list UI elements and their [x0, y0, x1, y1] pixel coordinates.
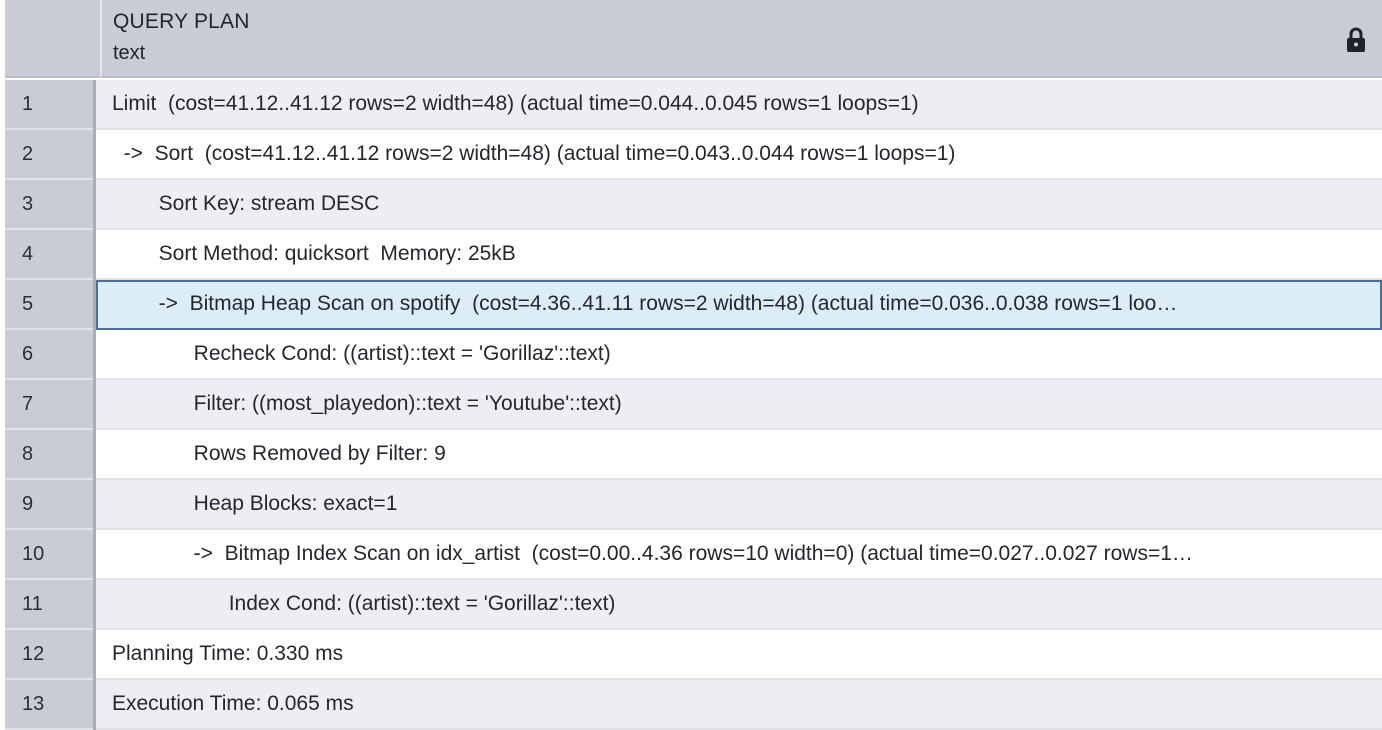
row-number[interactable]: 5: [5, 280, 93, 330]
query-plan-cell[interactable]: -> Sort (cost=41.12..41.12 rows=2 width=…: [96, 130, 1382, 180]
row-number[interactable]: 12: [5, 630, 93, 680]
table-row[interactable]: 1 Limit (cost=41.12..41.12 rows=2 width=4…: [0, 80, 1382, 130]
query-plan-cell[interactable]: Sort Key: stream DESC: [96, 180, 1382, 230]
table-row[interactable]: 8 Rows Removed by Filter: 9: [0, 430, 1382, 480]
row-number[interactable]: 9: [5, 480, 93, 530]
query-plan-cell[interactable]: Planning Time: 0.330 ms: [96, 630, 1382, 680]
row-number[interactable]: 11: [5, 580, 93, 630]
lock-icon: [1347, 27, 1365, 52]
table-row[interactable]: 11 Index Cond: ((artist)::text = 'Gorill…: [0, 580, 1382, 630]
query-plan-cell[interactable]: Index Cond: ((artist)::text = 'Gorillaz'…: [96, 580, 1382, 630]
query-plan-cell[interactable]: -> Bitmap Index Scan on idx_artist (cost…: [96, 530, 1382, 580]
row-number[interactable]: 4: [5, 230, 93, 280]
query-plan-cell[interactable]: Sort Method: quicksort Memory: 25kB: [96, 230, 1382, 280]
select-all-corner[interactable]: [5, 0, 100, 78]
column-header-query-plan[interactable]: QUERY PLAN text: [100, 0, 1382, 78]
table-row[interactable]: 10 -> Bitmap Index Scan on idx_artist (c…: [0, 530, 1382, 580]
query-plan-cell[interactable]: Limit (cost=41.12..41.12 rows=2 width=48…: [96, 80, 1382, 130]
column-type: text: [113, 42, 146, 64]
table-row[interactable]: 5 -> Bitmap Heap Scan on spotify (cost=4…: [0, 280, 1382, 330]
query-plan-cell[interactable]: Recheck Cond: ((artist)::text = 'Gorilla…: [96, 330, 1382, 380]
row-number[interactable]: 6: [5, 330, 93, 380]
table-row[interactable]: 12 Planning Time: 0.330 ms: [0, 630, 1382, 680]
row-number[interactable]: 13: [5, 680, 93, 730]
column-name: QUERY PLAN: [113, 10, 250, 33]
table-row[interactable]: 2 -> Sort (cost=41.12..41.12 rows=2 widt…: [0, 130, 1382, 180]
grid-header: QUERY PLAN text: [0, 0, 1382, 80]
query-plan-cell[interactable]: Execution Time: 0.065 ms: [96, 680, 1382, 730]
table-row[interactable]: 4 Sort Method: quicksort Memory: 25kB: [0, 230, 1382, 280]
row-number[interactable]: 10: [5, 530, 93, 580]
table-row[interactable]: 13 Execution Time: 0.065 ms: [0, 680, 1382, 730]
row-number[interactable]: 2: [5, 130, 93, 180]
query-plan-cell[interactable]: -> Bitmap Heap Scan on spotify (cost=4.3…: [96, 280, 1382, 330]
row-number[interactable]: 7: [5, 380, 93, 430]
row-number[interactable]: 3: [5, 180, 93, 230]
row-number[interactable]: 8: [5, 430, 93, 480]
grid-body: 1 Limit (cost=41.12..41.12 rows=2 width=4…: [0, 80, 1382, 730]
query-plan-cell[interactable]: Heap Blocks: exact=1: [96, 480, 1382, 530]
table-row[interactable]: 6 Recheck Cond: ((artist)::text = 'Goril…: [0, 330, 1382, 380]
table-row[interactable]: 3 Sort Key: stream DESC: [0, 180, 1382, 230]
query-plan-cell[interactable]: Filter: ((most_playedon)::text = 'Youtub…: [96, 380, 1382, 430]
query-result-grid: QUERY PLAN text 1 Limit (cost=41.12..41.1…: [0, 0, 1382, 730]
query-plan-cell[interactable]: Rows Removed by Filter: 9: [96, 430, 1382, 480]
table-row[interactable]: 9 Heap Blocks: exact=1: [0, 480, 1382, 530]
row-number[interactable]: 1: [5, 80, 93, 130]
table-row[interactable]: 7 Filter: ((most_playedon)::text = 'Yout…: [0, 380, 1382, 430]
